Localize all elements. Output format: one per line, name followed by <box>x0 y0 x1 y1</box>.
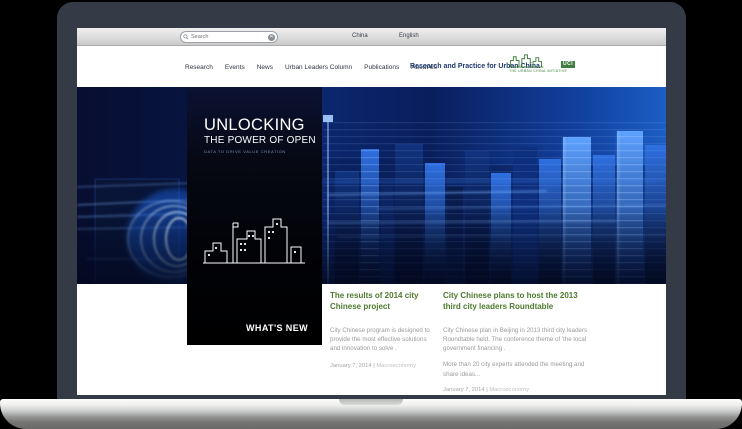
search-input[interactable] <box>189 34 268 40</box>
article-body: City Chinese plan in Beijing in 2013 thi… <box>443 326 595 354</box>
main-nav: Research Events News Urban Leaders Colum… <box>185 64 437 71</box>
article-meta: January 7, 2014 | Macroeconomy <box>330 363 438 369</box>
article-date: January 7, 2014 <box>330 363 372 369</box>
logo-acronym: UCI <box>561 61 575 68</box>
logo-caption: THE URBAN CHINA INITIATIVE <box>509 69 595 73</box>
logo-skyline-icon <box>509 53 559 68</box>
skyline-lineart-icon <box>203 205 305 265</box>
meta-separator: | <box>373 363 375 369</box>
laptop-screen-bezel: ✕ China English Research Events News Urb… <box>57 2 686 399</box>
hero-title-line2: THE POWER OF OPEN <box>204 135 322 146</box>
laptop-base <box>0 399 742 429</box>
article-body: City Chinese program is designed to prov… <box>330 326 438 354</box>
article-body: More than 20 city experts attended the m… <box>443 360 595 379</box>
lang-link-english[interactable]: English <box>399 33 419 39</box>
nav-item-urban-leaders-column[interactable]: Urban Leaders Column <box>285 64 352 71</box>
article-meta: January 7, 2014 | Macroeconomy <box>443 387 595 393</box>
article-category[interactable]: Macroeconomy <box>489 387 529 393</box>
laptop-base-notch <box>339 399 403 405</box>
article-title-link[interactable]: The results of 2014 city Chinese project <box>330 291 418 311</box>
nav-item-events[interactable]: Events <box>225 64 245 71</box>
laptop-mockup: ✕ China English Research Events News Urb… <box>0 0 742 429</box>
article-date: January 7, 2014 <box>443 387 485 393</box>
article-title-link[interactable]: City Chinese plans to host the 2013 thir… <box>443 291 578 311</box>
article-card: The results of 2014 city Chinese project… <box>330 291 438 369</box>
cityscape-graphic <box>77 87 666 284</box>
hero-image <box>77 87 666 284</box>
hero-title-line1: UNLOCKING <box>204 117 322 134</box>
nav-item-publications[interactable]: Publications <box>364 64 399 71</box>
whats-new-label: WHAT'S NEW <box>246 323 308 333</box>
search-clear-button[interactable]: ✕ <box>268 34 275 41</box>
site-logo[interactable]: UCI THE URBAN CHINA INITIATIVE <box>509 53 595 73</box>
browser-chrome: ✕ China English <box>77 28 666 46</box>
screen-content: ✕ China English Research Events News Urb… <box>77 28 666 395</box>
hero-subtitle: DATA TO DRIVE VALUE CREATION <box>204 149 322 154</box>
article-category[interactable]: Macroeconomy <box>376 363 416 369</box>
nav-item-research[interactable]: Research <box>185 64 213 71</box>
article-card: City Chinese plans to host the 2013 thir… <box>443 291 595 393</box>
nav-item-news[interactable]: News <box>257 64 273 71</box>
search-box[interactable]: ✕ <box>180 31 278 43</box>
meta-separator: | <box>486 387 488 393</box>
hero-panel: UNLOCKING THE POWER OF OPEN DATA TO DRIV… <box>187 87 322 345</box>
lang-link-china[interactable]: China <box>352 33 368 39</box>
